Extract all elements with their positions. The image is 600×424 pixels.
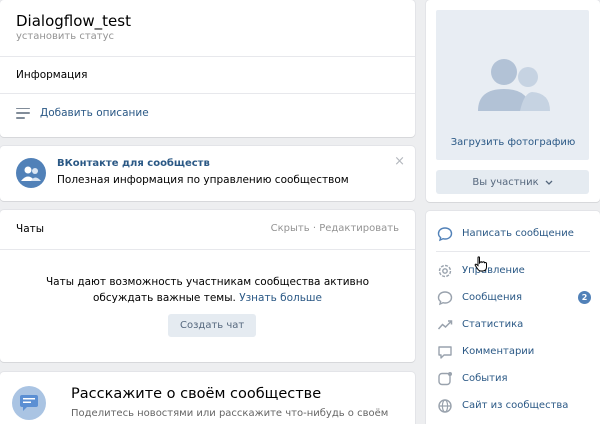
menu-item-stats[interactable]: Статистика [436, 316, 591, 333]
promo-title[interactable]: ВКонтакте для сообществ [57, 158, 210, 169]
tell-about-card: Расскажите о своём сообществе Поделитесь… [0, 372, 415, 424]
unread-badge: 2 [578, 291, 591, 304]
divider [436, 251, 590, 252]
hand-cursor-icon [474, 256, 487, 272]
menu-item-label: Написать сообщение [462, 228, 574, 239]
tell-text: Поделитесь новостями или расскажите что-… [71, 408, 389, 419]
divider [0, 56, 415, 57]
comment-icon [436, 343, 453, 360]
chat-bubble-icon [436, 289, 453, 306]
edit-link[interactable]: Редактировать [319, 223, 399, 234]
community-header-card: Dialogflow_test установить статус Информ… [0, 0, 415, 137]
people-icon [478, 59, 550, 111]
chats-description: Чаты дают возможность участникам сообщес… [40, 274, 375, 306]
menu-item-label: Управление [462, 265, 525, 276]
chats-desc-line1: Чаты дают возможность участникам сообщес… [45, 276, 370, 288]
menu-item-comments[interactable]: Комментарии [436, 343, 591, 360]
post-icon [12, 386, 46, 420]
menu-item-site[interactable]: Сайт из сообщества [436, 397, 591, 414]
learn-more-link[interactable]: Узнать больше [239, 292, 322, 304]
gear-icon [436, 262, 453, 279]
add-description-link[interactable]: Добавить описание [16, 107, 149, 119]
set-status-link[interactable]: установить статус [16, 31, 114, 42]
community-photo-card: Загрузить фотографию Вы участник [426, 0, 600, 202]
divider [0, 93, 415, 94]
menu-item-label: События [462, 373, 508, 384]
menu-item-messages[interactable]: Сообщения 2 [436, 289, 591, 306]
promo-text: Полезная информация по управлению сообще… [57, 174, 349, 186]
community-actions-menu: Написать сообщение Управление Сообщения … [426, 211, 600, 424]
chats-title: Чаты [16, 223, 45, 235]
chats-desc-line2: обсуждать важные темы. [93, 292, 236, 304]
menu-item-label: Сайт из сообщества [462, 400, 569, 411]
divider [0, 249, 415, 250]
hide-link[interactable]: Скрыть [271, 223, 310, 234]
info-heading: Информация [16, 69, 88, 81]
close-icon[interactable]: × [394, 154, 405, 169]
add-description-label: Добавить описание [40, 107, 149, 119]
chats-card: Чаты Скрыть · Редактировать Чаты дают во… [0, 210, 415, 362]
menu-item-events[interactable]: События [436, 370, 591, 387]
menu-item-label: Сообщения [462, 292, 523, 303]
chart-icon [436, 316, 453, 333]
member-button[interactable]: Вы участник [436, 170, 589, 194]
create-chat-wrap: Создать чат [168, 313, 257, 337]
upload-photo-link[interactable]: Загрузить фотографию [426, 137, 600, 148]
community-title: Dialogflow_test [16, 12, 131, 30]
vk-communities-promo: ВКонтакте для сообществ Полезная информа… [0, 146, 415, 201]
globe-icon [436, 397, 453, 414]
message-icon [436, 225, 453, 242]
description-icon [16, 107, 30, 119]
events-icon [436, 370, 453, 387]
menu-item-manage[interactable]: Управление [436, 262, 591, 279]
community-avatar-icon [16, 158, 46, 188]
tell-title: Расскажите о своём сообществе [71, 386, 322, 402]
chevron-down-icon [545, 180, 553, 185]
separator-dot: · [312, 223, 317, 234]
menu-item-write-message[interactable]: Написать сообщение [436, 225, 591, 242]
menu-item-label: Комментарии [462, 346, 535, 357]
chats-actions: Скрыть · Редактировать [271, 223, 399, 234]
member-button-label: Вы участник [472, 176, 539, 188]
menu-item-label: Статистика [462, 319, 524, 330]
create-chat-button[interactable]: Создать чат [168, 314, 257, 337]
